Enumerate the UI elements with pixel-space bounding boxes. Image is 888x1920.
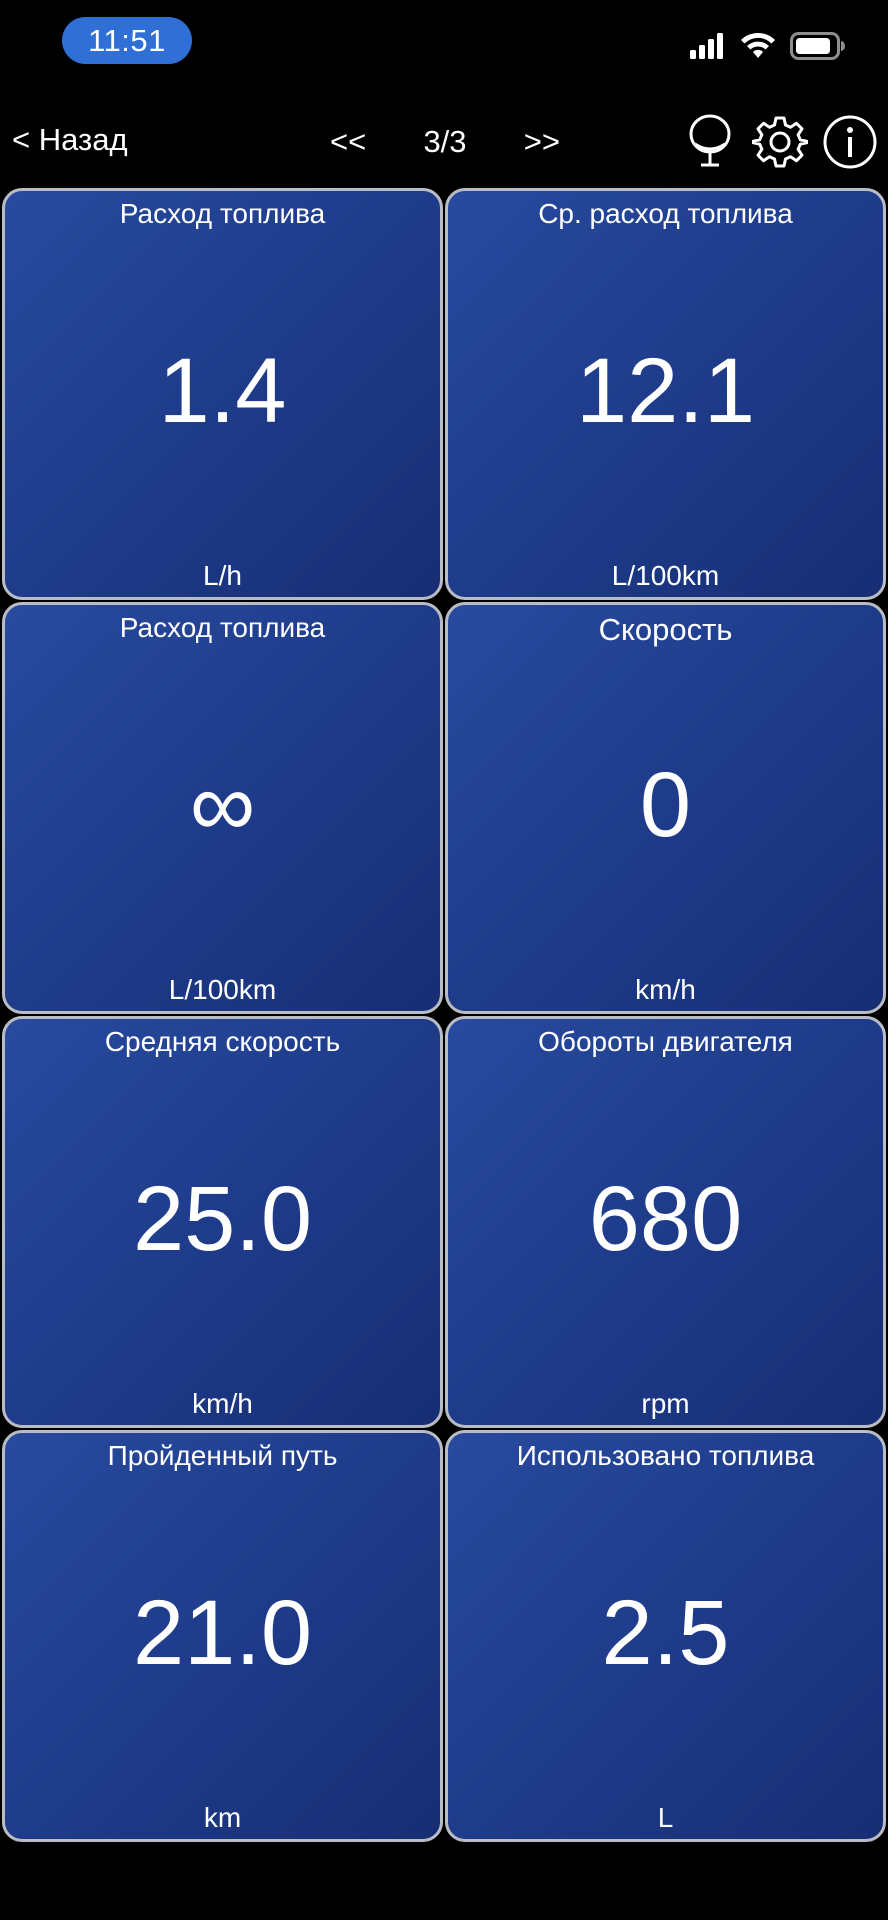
toolbar bbox=[682, 112, 878, 172]
microphone-icon[interactable] bbox=[682, 114, 738, 170]
wifi-icon bbox=[740, 32, 776, 65]
tile-title: Пройденный путь bbox=[107, 1440, 338, 1471]
tile-value: 680 bbox=[588, 1168, 743, 1270]
gear-icon[interactable] bbox=[752, 114, 808, 170]
tile-title: Средняя скорость bbox=[104, 1026, 341, 1057]
tile-title: Расход топлива bbox=[119, 198, 326, 229]
page-indicator: 3/3 bbox=[423, 124, 467, 159]
back-button[interactable]: < Назад bbox=[12, 122, 128, 158]
info-icon[interactable] bbox=[822, 114, 878, 170]
tile-unit: L/100km bbox=[611, 560, 720, 591]
status-time[interactable]: 11:51 bbox=[62, 17, 192, 64]
status-icons bbox=[690, 30, 846, 66]
tile-unit: L/100km bbox=[168, 974, 277, 1005]
tile-title: Использовано топлива bbox=[516, 1440, 815, 1471]
tile-value: 12.1 bbox=[575, 340, 756, 442]
next-page-button[interactable]: >> bbox=[524, 124, 560, 160]
tile-unit: rpm bbox=[641, 1388, 690, 1419]
tile-average-fuel-consumption[interactable]: Ср. расход топлива 12.1 L/100km bbox=[445, 188, 886, 600]
tile-value: 25.0 bbox=[132, 1168, 313, 1270]
cellular-signal-icon bbox=[690, 32, 726, 64]
tile-title: Обороты двигателя bbox=[538, 1026, 793, 1057]
bottom-safe-area bbox=[0, 1848, 888, 1920]
tile-title: Расход топлива bbox=[119, 612, 326, 643]
tile-value: 2.5 bbox=[601, 1582, 730, 1684]
tile-fuel-consumption-hourly[interactable]: Расход топлива 1.4 L/h bbox=[2, 188, 443, 600]
gauge-grid: Расход топлива 1.4 L/h Ср. расход топлив… bbox=[2, 188, 886, 1844]
status-bar: 11:51 bbox=[0, 0, 888, 96]
tile-speed[interactable]: Скорость 0 km/h bbox=[445, 602, 886, 1014]
tile-unit: km/h bbox=[192, 1388, 253, 1419]
tile-fuel-used[interactable]: Использовано топлива 2.5 L bbox=[445, 1430, 886, 1842]
tile-unit: km bbox=[203, 1802, 242, 1833]
tile-value: 0 bbox=[639, 754, 692, 856]
tile-value: ∞ bbox=[189, 754, 256, 856]
tile-engine-rpm[interactable]: Обороты двигателя 680 rpm bbox=[445, 1016, 886, 1428]
tile-value: 21.0 bbox=[132, 1582, 313, 1684]
tile-title: Скорость bbox=[598, 612, 733, 647]
page-switcher: << 3/3 >> bbox=[330, 122, 560, 162]
previous-page-button[interactable]: << bbox=[330, 124, 366, 160]
tile-average-speed[interactable]: Средняя скорость 25.0 km/h bbox=[2, 1016, 443, 1428]
tile-unit: L/h bbox=[203, 560, 242, 591]
tile-value: 1.4 bbox=[158, 340, 287, 442]
tile-unit: L bbox=[657, 1802, 674, 1833]
battery-icon bbox=[790, 31, 846, 65]
tile-fuel-consumption-distance[interactable]: Расход топлива ∞ L/100km bbox=[2, 602, 443, 1014]
tile-title: Ср. расход топлива bbox=[538, 198, 793, 229]
tile-unit: km/h bbox=[635, 974, 696, 1005]
navigation-bar: < Назад << 3/3 >> bbox=[0, 104, 888, 180]
tile-distance-traveled[interactable]: Пройденный путь 21.0 km bbox=[2, 1430, 443, 1842]
